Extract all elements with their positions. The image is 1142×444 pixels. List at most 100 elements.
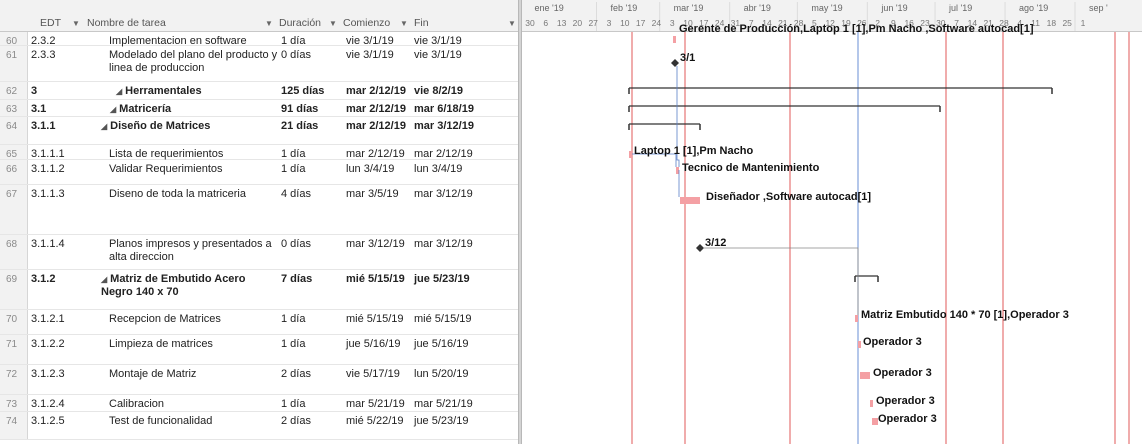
end-cell[interactable]: lun 5/20/19	[414, 368, 474, 381]
duration-cell[interactable]: 125 días	[281, 85, 337, 98]
task-name-cell[interactable]: ◢ Matricería	[110, 103, 278, 116]
end-cell[interactable]: vie 3/1/19	[414, 49, 474, 62]
end-cell[interactable]: jue 5/16/19	[414, 338, 474, 351]
row-number[interactable]: 72	[0, 365, 28, 394]
collapse-triangle-icon[interactable]: ◢	[110, 105, 116, 114]
chevron-down-icon[interactable]: ▼	[265, 19, 273, 28]
table-row[interactable]: 64 3.1.1 ◢ Diseño de Matrices 21 días mar 2/1…	[0, 117, 518, 145]
chevron-down-icon[interactable]: ▼	[329, 19, 337, 28]
column-header-start[interactable]: ▼ Comienzo	[329, 17, 390, 29]
table-row[interactable]: 73 3.1.2.4 Calibracion 1 día mar 5/21/19 mar …	[0, 395, 518, 412]
task-bar-recepcion[interactable]	[855, 315, 858, 322]
end-cell[interactable]: mié 5/15/19	[414, 313, 474, 326]
start-cell[interactable]: mar 2/12/19	[346, 103, 406, 116]
task-name-cell[interactable]: Modelado del plano del producto y linea …	[109, 49, 278, 75]
start-cell[interactable]: mar 3/12/19	[346, 238, 406, 251]
task-name-cell[interactable]: Validar Requerimientos	[109, 163, 278, 176]
end-cell[interactable]: lun 3/4/19	[414, 163, 474, 176]
table-row[interactable]: 67 3.1.1.3 Diseno de toda la matriceria 4 d…	[0, 185, 518, 235]
task-name-cell[interactable]: Recepcion de Matrices	[109, 313, 278, 326]
table-row[interactable]: 74 3.1.2.5 Test de funcionalidad 2 días mié …	[0, 412, 518, 440]
end-cell[interactable]: mar 3/12/19	[414, 188, 474, 201]
edt-cell[interactable]: 3.1.2.5	[31, 415, 103, 428]
task-bar-lista-requerimientos[interactable]	[629, 151, 632, 158]
start-cell[interactable]: mar 2/12/19	[346, 120, 406, 133]
chevron-down-icon[interactable]: ▼	[508, 19, 516, 28]
task-name-cell[interactable]: Montaje de Matriz	[109, 368, 278, 381]
start-cell[interactable]: mar 5/21/19	[346, 398, 406, 411]
row-number[interactable]: 64	[0, 117, 28, 144]
start-cell[interactable]: vie 3/1/19	[346, 49, 406, 62]
row-number[interactable]: 73	[0, 395, 28, 411]
task-name-cell[interactable]: Planos impresos y presentados a alta dir…	[109, 238, 278, 264]
edt-cell[interactable]: 3.1.2.3	[31, 368, 103, 381]
column-header-edt[interactable]: EDT	[40, 17, 61, 29]
duration-cell[interactable]: 1 día	[281, 163, 337, 176]
row-number[interactable]: 71	[0, 335, 28, 364]
duration-cell[interactable]: 7 días	[281, 273, 337, 286]
duration-cell[interactable]: 2 días	[281, 415, 337, 428]
column-header-end[interactable]: ▼ Fin ▼	[400, 17, 516, 29]
row-number[interactable]: 63	[0, 100, 28, 116]
start-cell[interactable]: mié 5/22/19	[346, 415, 406, 428]
table-row[interactable]: 65 3.1.1.1 Lista de requerimientos 1 día mar…	[0, 145, 518, 160]
collapse-triangle-icon[interactable]: ◢	[101, 275, 107, 284]
end-cell[interactable]: mar 6/18/19	[414, 103, 474, 116]
edt-cell[interactable]: 3.1.2	[31, 273, 103, 286]
edt-cell[interactable]: 3	[31, 85, 103, 98]
duration-cell[interactable]: 4 días	[281, 188, 337, 201]
task-bar-validar-requerimientos[interactable]	[676, 167, 679, 174]
milestone-diamond-3-1[interactable]	[671, 59, 679, 67]
table-row[interactable]: 60 2.3.2 Implementacion en software 1 día vi…	[0, 32, 518, 47]
task-name-cell[interactable]: Calibracion	[109, 398, 278, 411]
duration-cell[interactable]: 91 días	[281, 103, 337, 116]
row-number[interactable]: 61	[0, 46, 28, 81]
table-row[interactable]: 68 3.1.1.4 Planos impresos y presentados a…	[0, 235, 518, 270]
row-number[interactable]: 74	[0, 412, 28, 439]
row-number[interactable]: 66	[0, 160, 28, 184]
edt-cell[interactable]: 3.1.2.1	[31, 313, 103, 326]
start-cell[interactable]: mié 5/15/19	[346, 313, 406, 326]
task-name-cell[interactable]: ◢ Herramentales	[116, 85, 278, 98]
end-cell[interactable]: jue 5/23/19	[414, 273, 474, 286]
task-bar-diseno-matriceria[interactable]	[680, 197, 700, 204]
task-name-cell[interactable]: Limpieza de matrices	[109, 338, 278, 351]
task-bar-implementacion[interactable]	[673, 36, 676, 43]
edt-cell[interactable]: 3.1	[31, 103, 103, 116]
edt-cell[interactable]: 3.1.2.2	[31, 338, 103, 351]
task-name-cell[interactable]: ◢ Matriz de Embutido Acero Negro 140 x 70	[101, 273, 278, 299]
table-row[interactable]: 71 3.1.2.2 Limpieza de matrices 1 día jue 5/…	[0, 335, 518, 365]
row-number[interactable]: 67	[0, 185, 28, 234]
chevron-down-icon[interactable]: ▼	[72, 19, 80, 28]
end-cell[interactable]: jue 5/23/19	[414, 415, 474, 428]
table-row[interactable]: 62 3 ◢ Herramentales 125 días mar 2/12/19 vie …	[0, 82, 518, 100]
row-number[interactable]: 70	[0, 310, 28, 334]
edt-cell[interactable]: 3.1.2.4	[31, 398, 103, 411]
task-bar-calibracion[interactable]	[870, 400, 873, 407]
start-cell[interactable]: mié 5/15/19	[346, 273, 406, 286]
column-header-duration[interactable]: ▼ Duración	[265, 17, 321, 29]
edt-cell[interactable]: 2.3.3	[31, 49, 103, 62]
duration-cell[interactable]: 1 día	[281, 338, 337, 351]
start-cell[interactable]: mar 2/12/19	[346, 85, 406, 98]
duration-cell[interactable]: 0 días	[281, 238, 337, 251]
collapse-triangle-icon[interactable]: ◢	[101, 122, 107, 131]
edt-cell[interactable]: 3.1.1.3	[31, 188, 103, 201]
milestone-diamond-3-12[interactable]	[696, 244, 704, 252]
end-cell[interactable]: mar 3/12/19	[414, 238, 474, 251]
duration-cell[interactable]: 21 días	[281, 120, 337, 133]
table-row[interactable]: 66 3.1.1.2 Validar Requerimientos 1 día lun …	[0, 160, 518, 185]
duration-cell[interactable]: 0 días	[281, 49, 337, 62]
row-number[interactable]: 65	[0, 145, 28, 160]
row-number[interactable]: 68	[0, 235, 28, 269]
task-name-cell[interactable]: Test de funcionalidad	[109, 415, 278, 428]
end-cell[interactable]: mar 3/12/19	[414, 120, 474, 133]
table-row[interactable]: 70 3.1.2.1 Recepcion de Matrices 1 día mié 5…	[0, 310, 518, 335]
table-row[interactable]: 69 3.1.2 ◢ Matriz de Embutido Acero Negro 1…	[0, 270, 518, 310]
start-cell[interactable]: lun 3/4/19	[346, 163, 406, 176]
start-cell[interactable]: vie 5/17/19	[346, 368, 406, 381]
edt-cell[interactable]: 3.1.1.2	[31, 163, 103, 176]
edt-cell[interactable]: 3.1.1	[31, 120, 103, 133]
chevron-down-icon[interactable]: ▼	[400, 19, 408, 28]
task-name-cell[interactable]: ◢ Diseño de Matrices	[101, 120, 278, 133]
